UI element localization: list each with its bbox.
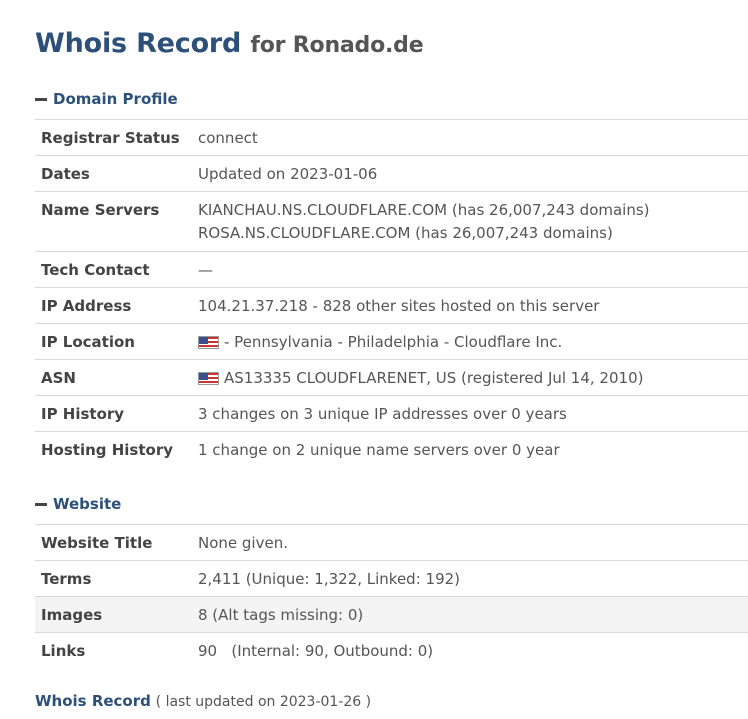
- section-website-label: Website: [53, 495, 122, 513]
- ip-history-value: 3 changes on 3 unique IP addresses over …: [192, 395, 748, 432]
- registrar-status-label: Registrar Status: [35, 119, 192, 156]
- table-row: Dates Updated on 2023-01-06: [35, 155, 748, 192]
- page-title: Whois Record for Ronado.de: [35, 28, 424, 59]
- page-title-main: Whois Record: [35, 28, 242, 59]
- table-row: Hosting History 1 change on 2 unique nam…: [35, 431, 748, 468]
- website-table: Website Title None given. Terms 2,411 (U…: [35, 524, 748, 669]
- last-updated-note: ( last updated on 2023-01-26 ): [155, 694, 372, 710]
- whois-record-link[interactable]: Whois Record: [35, 692, 151, 710]
- section-domain-profile-label: Domain Profile: [53, 90, 178, 108]
- us-flag-icon: [198, 336, 219, 349]
- asn-label: ASN: [35, 359, 192, 396]
- ip-location-label: IP Location: [35, 323, 192, 360]
- table-row: Name Servers KIANCHAU.NS.CLOUDFLARE.COM …: [35, 191, 748, 252]
- footer: Whois Record ( last updated on 2023-01-2…: [35, 692, 371, 710]
- table-row: Images 8 (Alt tags missing: 0): [35, 596, 748, 633]
- name-servers-label: Name Servers: [35, 191, 192, 252]
- ip-address-value: 104.21.37.218 - 828 other sites hosted o…: [192, 287, 748, 324]
- name-servers-value: KIANCHAU.NS.CLOUDFLARE.COM (has 26,007,2…: [192, 191, 748, 252]
- table-row: ASN AS13335 CLOUDFLARENET, US (registere…: [35, 359, 748, 396]
- table-row: Website Title None given.: [35, 524, 748, 561]
- section-website[interactable]: Website: [35, 495, 121, 513]
- dates-label: Dates: [35, 155, 192, 192]
- table-row: IP Address 104.21.37.218 - 828 other sit…: [35, 287, 748, 324]
- hosting-history-label: Hosting History: [35, 431, 192, 468]
- terms-value: 2,411 (Unique: 1,322, Linked: 192): [192, 560, 748, 597]
- asn-value: AS13335 CLOUDFLARENET, US (registered Ju…: [192, 359, 748, 396]
- table-row: Registrar Status connect: [35, 119, 748, 156]
- links-label: Links: [35, 632, 192, 669]
- table-row: Links 90 (Internal: 90, Outbound: 0): [35, 632, 748, 669]
- hosting-history-value: 1 change on 2 unique name servers over 0…: [192, 431, 748, 468]
- tech-contact-value: —: [192, 251, 748, 288]
- asn-text: AS13335 CLOUDFLARENET, US (registered Ju…: [224, 369, 644, 387]
- tech-contact-label: Tech Contact: [35, 251, 192, 288]
- minus-icon[interactable]: [35, 97, 47, 101]
- ip-address-label: IP Address: [35, 287, 192, 324]
- table-row: IP Location - Pennsylvania - Philadelphi…: [35, 323, 748, 360]
- ip-history-label: IP History: [35, 395, 192, 432]
- table-row: Terms 2,411 (Unique: 1,322, Linked: 192): [35, 560, 748, 597]
- table-row: Tech Contact —: [35, 251, 748, 288]
- name-server-1: KIANCHAU.NS.CLOUDFLARE.COM (has 26,007,2…: [198, 201, 650, 219]
- terms-label: Terms: [35, 560, 192, 597]
- dates-value: Updated on 2023-01-06: [192, 155, 748, 192]
- page-title-domain: for Ronado.de: [250, 33, 424, 58]
- ip-location-text: - Pennsylvania - Philadelphia - Cloudfla…: [224, 333, 563, 351]
- links-value: 90 (Internal: 90, Outbound: 0): [192, 632, 748, 669]
- ip-location-value: - Pennsylvania - Philadelphia - Cloudfla…: [192, 323, 748, 360]
- website-title-value: None given.: [192, 524, 748, 561]
- registrar-status-value: connect: [192, 119, 748, 156]
- name-server-2: ROSA.NS.CLOUDFLARE.COM (has 26,007,243 d…: [198, 224, 613, 242]
- website-title-label: Website Title: [35, 524, 192, 561]
- domain-profile-table: Registrar Status connect Dates Updated o…: [35, 119, 748, 468]
- images-value: 8 (Alt tags missing: 0): [192, 596, 748, 633]
- section-domain-profile[interactable]: Domain Profile: [35, 90, 178, 108]
- us-flag-icon: [198, 372, 219, 385]
- minus-icon[interactable]: [35, 502, 47, 506]
- table-row: IP History 3 changes on 3 unique IP addr…: [35, 395, 748, 432]
- images-label: Images: [35, 596, 192, 633]
